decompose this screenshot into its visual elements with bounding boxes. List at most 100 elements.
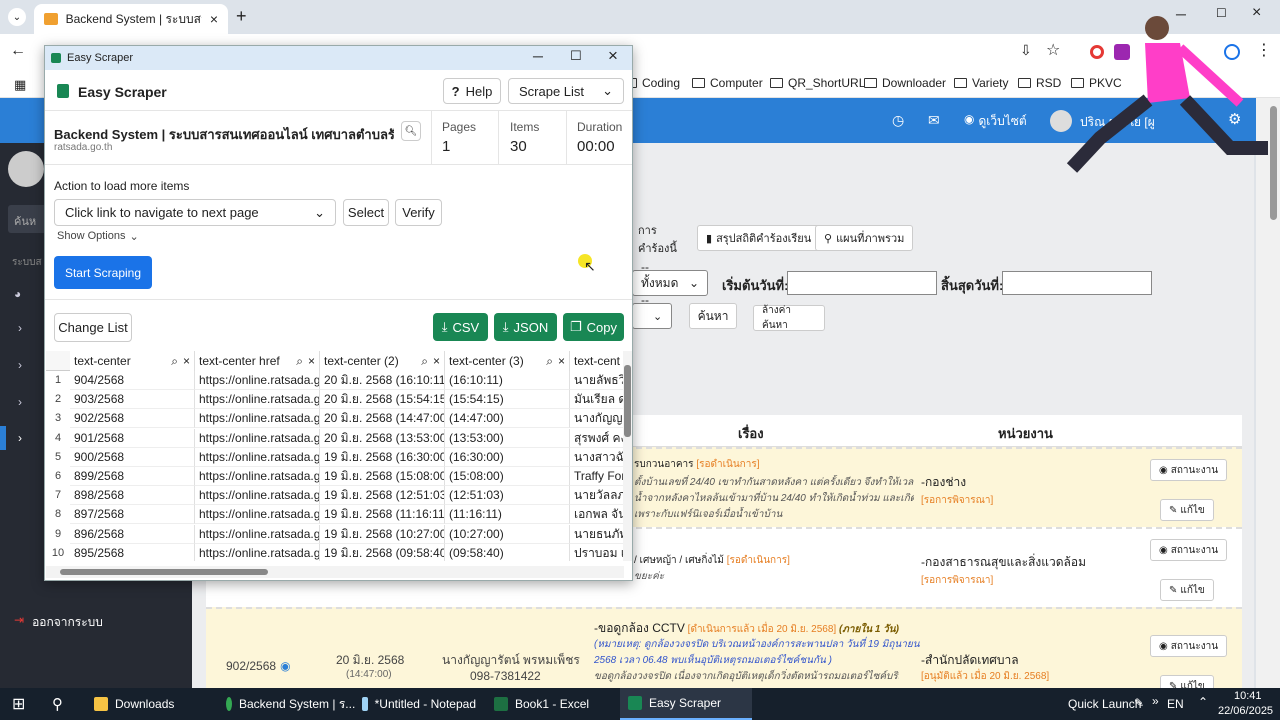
chevron-right-icon[interactable]: › xyxy=(18,395,22,409)
help-button[interactable]: ? Help xyxy=(443,78,501,104)
row-number: 2 xyxy=(54,393,62,406)
back-icon[interactable]: ← xyxy=(10,42,26,60)
table-row: 902/2568 ◉ 20 มิ.ย. 2568 (14:47:00) นางกั… xyxy=(206,607,1242,697)
browser-tab-active[interactable]: Backend System | ระบบสารสนเทศ × xyxy=(34,4,228,34)
row-detail: น้ำจากหลังคาไหลล้นเข้ามาที่บ้าน 24/40 ทำ… xyxy=(634,493,914,504)
search-button[interactable]: ค้นหา xyxy=(689,303,737,329)
scrollbar-thumb[interactable] xyxy=(60,569,268,575)
table-cell: มันเรียล ด xyxy=(570,390,624,410)
row-date: 20 มิ.ย. 2568 xyxy=(336,653,405,667)
tab-search-icon[interactable]: ⌄ xyxy=(8,8,26,26)
view-website-link[interactable]: ◉ ดูเว็บไซต์ xyxy=(964,112,1027,131)
bookmark-downloader[interactable]: Downloader xyxy=(864,76,946,90)
status-button[interactable]: ◉ สถานะงาน xyxy=(1150,539,1228,561)
row-code[interactable]: 902/2568 ◉ xyxy=(226,659,291,673)
apps-grid-icon[interactable]: ▦ xyxy=(14,77,26,93)
export-json-button[interactable]: ⤓ JSON xyxy=(494,313,557,341)
column-header[interactable]: text-center (3) ⌕ × xyxy=(445,351,570,371)
remove-column-icon: × xyxy=(182,354,190,368)
table-vscrollbar[interactable] xyxy=(623,351,632,561)
column-header[interactable]: text-center ⌕ × xyxy=(70,351,195,371)
table-cell: https://online.ratsada.go xyxy=(195,428,320,448)
table-cell: https://online.ratsada.go xyxy=(195,543,320,561)
secondary-select[interactable]: ⌄ xyxy=(632,303,672,329)
divider xyxy=(431,110,432,164)
end-date-input[interactable] xyxy=(1002,271,1152,295)
edit-button[interactable]: ✎ แก้ไข xyxy=(1160,499,1214,521)
easy-scraper-window: Easy Scraper ─ ☐ × Easy Scraper ? Help Sc… xyxy=(44,45,633,581)
end-date-label: สิ้นสุดวันที่: xyxy=(941,278,1004,293)
table-cell: นายวัลลภ xyxy=(570,486,624,506)
maximize-icon[interactable]: ☐ xyxy=(570,48,582,64)
complaints-button[interactable]: การคำร้องนี้ xyxy=(630,225,688,255)
start-button[interactable]: ⊞ xyxy=(4,688,33,720)
select-button[interactable]: Select xyxy=(343,199,389,226)
language-indicator[interactable]: EN xyxy=(1167,697,1184,711)
bookmark-qr-shorturl[interactable]: QR_ShortURL xyxy=(770,76,865,90)
copy-button[interactable]: ❐ Copy xyxy=(563,313,624,341)
status-filter-select[interactable]: -- ทั้งหมด -- ⌄ xyxy=(632,260,708,307)
notepad-tray-icon[interactable]: ✎ xyxy=(1134,696,1144,710)
row-detail: ตั้งบ้านเลขที่ 24/40 เขาทำกันสาดหลังคา แ… xyxy=(634,477,914,488)
bookmark-rsd[interactable]: RSD xyxy=(1018,76,1061,90)
chevron-right-icon[interactable]: › xyxy=(18,431,22,445)
logout-link[interactable]: ⇥ ออกจากระบบ xyxy=(14,613,103,632)
sidebar-search-input[interactable]: ค้นห xyxy=(8,205,48,233)
scrollbar-thumb[interactable] xyxy=(624,365,631,437)
dashboard-icon[interactable]: ◕ xyxy=(14,287,21,301)
start-date-input[interactable] xyxy=(787,271,937,295)
quick-launch-label[interactable]: Quick Launch xyxy=(1068,697,1141,711)
new-tab-icon[interactable]: + xyxy=(236,6,247,27)
search-button[interactable]: ⚲ xyxy=(44,688,71,720)
scrape-mode-select[interactable]: Scrape List ⌄ xyxy=(508,78,624,104)
close-icon[interactable]: × xyxy=(608,46,618,66)
column-header[interactable]: text-center (2) ⌕ × xyxy=(320,351,445,371)
taskbar-item-downloads[interactable]: Downloads xyxy=(86,688,216,720)
row-unit-status: [รอการพิจารณา] xyxy=(921,495,994,506)
overview-map-button[interactable]: ⚲ แผนที่ภาพรวม xyxy=(815,225,914,251)
bookmark-variety[interactable]: Variety xyxy=(954,76,1008,90)
column-header[interactable]: text-center href ⌕ × xyxy=(195,351,320,371)
table-cell: (12:51:03) xyxy=(445,486,570,506)
taskbar-item-notepad[interactable]: *Untitled - Notepad xyxy=(354,688,484,720)
verify-button[interactable]: Verify xyxy=(395,199,442,226)
chevron-right-icon[interactable]: › xyxy=(18,358,22,372)
eye-icon: ◉ xyxy=(1159,640,1168,652)
start-scraping-button[interactable]: Start Scraping xyxy=(54,256,152,289)
change-list-button[interactable]: Change List xyxy=(54,313,132,342)
clock-date[interactable]: 22/06/2025 xyxy=(1218,705,1273,717)
bookmark-star-icon[interactable]: ☆ xyxy=(1046,40,1060,60)
table-cell: https://online.ratsada.go xyxy=(195,524,320,544)
search-icon[interactable]: 🔍︎ xyxy=(401,121,421,141)
mail-icon[interactable]: ✉ xyxy=(928,112,940,129)
chevron-right-icon[interactable]: » xyxy=(1152,694,1159,708)
close-tab-icon[interactable]: × xyxy=(210,11,218,27)
clock-time[interactable]: 10:41 xyxy=(1234,690,1262,702)
edit-button[interactable]: ✎ แก้ไข xyxy=(1160,579,1214,601)
summary-stats-button[interactable]: ▮ สรุปสถิติคำร้องเรียน xyxy=(697,225,821,251)
row-time: (14:47:00) xyxy=(346,669,392,680)
table-cell: นางกัญญ xyxy=(570,409,624,429)
divider xyxy=(498,110,499,164)
chevron-up-icon[interactable]: ⌃ xyxy=(1198,695,1208,709)
folder-icon xyxy=(770,78,783,88)
remove-column-icon: × xyxy=(557,354,565,368)
taskbar-item-excel[interactable]: Book1 - Excel xyxy=(486,688,616,720)
taskbar-item-easy-scraper[interactable]: Easy Scraper xyxy=(620,688,752,720)
column-header[interactable]: text-cent xyxy=(570,351,624,371)
install-app-icon[interactable]: ⇩ xyxy=(1020,42,1032,59)
clear-search-button[interactable]: ล้างค่าค้นหา xyxy=(753,305,825,331)
status-button[interactable]: ◉ สถานะงาน xyxy=(1150,459,1228,481)
export-csv-button[interactable]: ⤓ CSV xyxy=(433,313,488,341)
table-hscrollbar[interactable] xyxy=(46,566,624,578)
bookmark-computer[interactable]: Computer xyxy=(692,76,763,90)
chevron-right-icon[interactable]: › xyxy=(18,321,22,335)
taskbar-item-chrome[interactable]: Backend System | ร... xyxy=(218,688,355,720)
show-options-toggle[interactable]: Show Options ⌄ xyxy=(57,230,139,243)
history-icon[interactable]: ◷ xyxy=(892,112,904,129)
pages-count: 1 xyxy=(442,138,451,155)
status-button[interactable]: ◉ สถานะงาน xyxy=(1150,635,1228,657)
load-more-select[interactable]: Click link to navigate to next page ⌄ xyxy=(54,199,336,226)
table-row: 2 903/2568 https://online.ratsada.go 20 มิ.… xyxy=(46,390,624,410)
minimize-icon[interactable]: ─ xyxy=(533,48,543,64)
